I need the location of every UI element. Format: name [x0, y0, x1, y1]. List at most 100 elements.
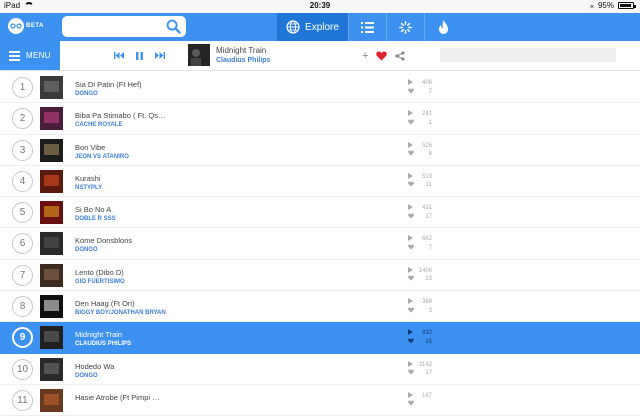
track-stats: 368 3 [408, 298, 432, 315]
search-icon[interactable] [166, 19, 181, 34]
track-artwork[interactable] [40, 357, 63, 381]
now-playing[interactable]: Midnight Train Claudius Philips [188, 44, 270, 66]
track-row[interactable]: 3 Bon Vibe JEON VS ATANIRO 526 8 [0, 135, 640, 166]
play-count-icon [408, 329, 413, 336]
track-title[interactable]: Bon Vibe [75, 143, 105, 152]
like-count-icon [408, 119, 414, 125]
track-title[interactable]: Si Bo No A [75, 205, 111, 214]
track-row[interactable]: 2 Biba Pa Stimabo ( Ft. Qs… CACHE ROYALE 24… [0, 103, 640, 135]
heart-icon[interactable] [376, 51, 388, 61]
next-icon[interactable] [155, 52, 165, 59]
play-count-icon [408, 266, 413, 273]
play-count-icon [408, 204, 413, 211]
search-box[interactable] [62, 16, 186, 37]
tab-hot[interactable] [424, 13, 462, 41]
status-right: ⁎ 95% [590, 1, 636, 10]
play-count-icon [408, 79, 413, 85]
track-rank: 1 [12, 77, 33, 98]
track-artwork[interactable] [40, 138, 63, 162]
loading-icon [399, 20, 412, 34]
track-artwork[interactable] [40, 388, 63, 412]
track-stats: 431 17 [408, 204, 432, 221]
hamburger-icon [9, 49, 20, 63]
track-artist[interactable]: NSTYPLY [75, 185, 102, 191]
artwork-detail [44, 174, 59, 186]
track-stats: 406 7 [408, 79, 432, 96]
track-list: 1 Sia Di Patin (Ft Hef) DONGO 406 7 2 Biba Pa … [0, 72, 640, 416]
play-count-icon [408, 141, 413, 148]
volume-slider[interactable] [440, 48, 616, 62]
track-rank: 6 [12, 233, 33, 255]
track-artist[interactable]: JEON VS ATANIRO [75, 154, 129, 160]
previous-icon[interactable] [114, 52, 124, 59]
app-logo[interactable]: BETA [8, 18, 44, 34]
play-count: 526 [421, 142, 432, 149]
track-artwork[interactable] [40, 201, 63, 225]
battery-percent: 95% [597, 1, 614, 10]
track-rank: 4 [12, 170, 33, 192]
tab-loading[interactable] [386, 13, 424, 41]
track-title[interactable]: Sia Di Patin (Ft Hef) [75, 80, 142, 89]
track-row[interactable]: 6 Kome Donsblons DONGO 662 7 [0, 228, 640, 260]
track-artwork[interactable] [40, 232, 63, 256]
track-artist[interactable]: CACHE ROYALE [75, 122, 122, 128]
track-artwork[interactable] [40, 107, 63, 131]
track-row[interactable]: 7 Lento (Dibo D) GIO FUERTISIMO 1406 23 [0, 260, 640, 292]
nav-tabs: Explore [277, 13, 462, 41]
track-stats: 932 15 [408, 329, 432, 346]
share-icon[interactable] [395, 50, 406, 61]
track-artwork[interactable] [40, 295, 63, 319]
track-title[interactable]: Hasie Atrobe (Ft Pimpi … [75, 393, 160, 402]
artwork-detail [44, 237, 59, 249]
play-count-icon [408, 360, 413, 367]
play-count: 932 [421, 330, 432, 337]
track-artwork[interactable] [40, 263, 63, 287]
track-artist[interactable]: CLAUDIUS PHILIPS [75, 341, 131, 347]
menu-button[interactable]: MENU [0, 41, 60, 70]
top-bar: BETA Explore [0, 13, 640, 41]
artwork-detail [44, 362, 59, 374]
track-stats: 167 [408, 391, 432, 407]
track-artist[interactable]: DONGO [75, 373, 98, 379]
track-row[interactable]: 1 Sia Di Patin (Ft Hef) DONGO 406 7 [0, 72, 640, 104]
track-rank: 3 [12, 139, 33, 161]
track-row[interactable]: 10 Hodedo Wa DONGO 3142 17 [0, 354, 640, 385]
status-bar: iPad 20:39 ⁎ 95% [0, 0, 640, 13]
track-row[interactable]: 9 Midnight Train CLAUDIUS PHILIPS 932 15 [0, 322, 640, 354]
like-count: 3 [428, 307, 432, 314]
track-row[interactable]: 4 Kurashi NSTYPLY 519 11 [0, 166, 640, 198]
track-title[interactable]: Kurashi [75, 174, 100, 183]
tab-playlist[interactable] [348, 13, 386, 41]
track-row[interactable]: 5 Si Bo No A DOBLE R SSS 431 17 [0, 197, 640, 229]
search-input[interactable] [68, 16, 164, 37]
add-icon[interactable]: + [362, 50, 368, 62]
play-count-icon [408, 391, 413, 398]
track-title[interactable]: Midnight Train [75, 330, 122, 339]
play-count-icon [408, 172, 413, 179]
like-count: 7 [428, 88, 432, 95]
track-rank: 9 [12, 327, 33, 349]
tab-explore[interactable]: Explore [277, 13, 348, 41]
track-title[interactable]: Biba Pa Stimabo ( Ft. Qs… [75, 111, 165, 120]
track-artist[interactable]: DOBLE R SSS [75, 216, 116, 222]
track-artist[interactable]: DONGO [75, 247, 98, 253]
pause-icon[interactable] [136, 51, 143, 60]
track-artist[interactable]: DONGO [75, 91, 98, 97]
track-artwork[interactable] [40, 169, 63, 193]
track-artist[interactable]: GIO FUERTISIMO [75, 279, 125, 285]
track-title[interactable]: Den Haag (Ft Ori) [75, 299, 135, 308]
track-title[interactable]: Kome Donsblons [75, 236, 132, 245]
logo-wave-icon [10, 23, 22, 29]
track-artwork[interactable] [40, 76, 63, 99]
track-artwork[interactable] [40, 326, 63, 350]
play-count: 431 [421, 205, 432, 212]
like-count-icon [408, 401, 414, 406]
artwork-detail [44, 143, 59, 155]
track-row[interactable]: 11 Hasie Atrobe (Ft Pimpi … 167 [0, 385, 640, 416]
track-title[interactable]: Lento (Dibo D) [75, 268, 124, 277]
track-row[interactable]: 8 Den Haag (Ft Ori) BIGGY BOY/JONATHAN BRY… [0, 291, 640, 323]
track-title[interactable]: Hodedo Wa [75, 362, 114, 371]
track-artist[interactable]: BIGGY BOY/JONATHAN BRYAN [75, 310, 166, 316]
play-count: 241 [421, 111, 432, 118]
like-count: 17 [425, 370, 432, 377]
